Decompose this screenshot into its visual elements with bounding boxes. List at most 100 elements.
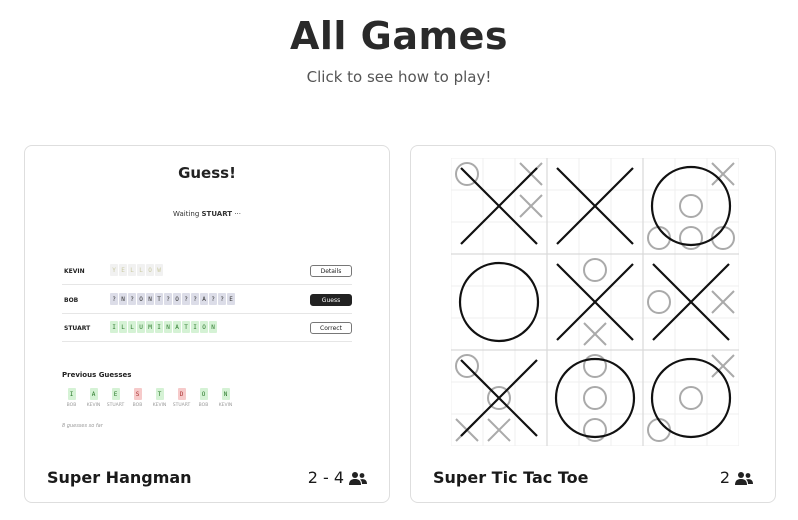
previous-guess: N KEVIN — [216, 388, 235, 408]
letter-tile: W — [155, 264, 163, 276]
player-name: BOB — [64, 297, 79, 304]
letter-tile: M — [146, 321, 154, 333]
guess-player: BOB — [132, 403, 143, 408]
word-tiles: ILLUMINATION — [110, 321, 217, 333]
guess-letter: I — [67, 388, 76, 400]
waiting-status: Waiting STUART ··· — [25, 210, 389, 218]
letter-tile: I — [110, 321, 118, 333]
page-subtitle: Click to see how to play! — [306, 68, 492, 86]
guess-letter: N — [221, 388, 230, 400]
letter-tile: E — [227, 293, 235, 305]
letter-tile: ? — [218, 293, 226, 305]
letter-tile: ? — [164, 293, 172, 305]
player-row: KEVIN Y E L L O W Details — [62, 262, 352, 285]
guess-player: STUART — [172, 403, 191, 408]
guess-player: BOB — [66, 403, 77, 408]
page-title: All Games — [289, 14, 508, 58]
guess-letter: S — [133, 388, 142, 400]
letter-tile: L — [119, 321, 127, 333]
waiting-dots: ··· — [234, 210, 241, 218]
big-o-mark — [650, 165, 732, 247]
details-button: Details — [310, 265, 352, 277]
big-o-mark — [458, 261, 540, 343]
player-count-label: 2 — [719, 468, 730, 487]
player-name: KEVIN — [64, 268, 85, 275]
small-o-mark — [647, 418, 671, 442]
people-icon — [735, 471, 753, 485]
letter-tile: E — [119, 264, 127, 276]
game-card-super-hangman[interactable]: Guess! Waiting STUART ··· KEVIN Y E L L O W Det… — [24, 145, 390, 503]
card-footer: Super Tic Tac Toe 2 — [411, 456, 775, 502]
player-count: 2 — [720, 468, 753, 487]
guess-player: KEVIN — [218, 403, 233, 408]
previous-guess: S BOB — [128, 388, 147, 408]
player-row: BOB? N? O N T? O?? A?? E Guess — [62, 291, 352, 314]
guess-letter: E — [111, 388, 120, 400]
guess-player: KEVIN — [86, 403, 101, 408]
letter-tile: Y — [110, 264, 118, 276]
guess-player: BOB — [198, 403, 209, 408]
big-o-mark — [650, 357, 732, 439]
letter-tile: N — [164, 321, 172, 333]
letter-tile: U — [137, 321, 145, 333]
letter-tile: ? — [209, 293, 217, 305]
letter-tile: L — [128, 264, 136, 276]
letter-tile: I — [191, 321, 199, 333]
previous-guess: O BOB — [194, 388, 213, 408]
player-count: 2 - 4 — [308, 468, 367, 487]
game-name: Super Tic Tac Toe — [433, 468, 589, 487]
letter-tile: ? — [128, 293, 136, 305]
previous-guesses: I BOB A KEVIN E STUART S BOB T KEVIN D STUART O BOB N K… — [62, 388, 235, 408]
correct-button: Correct — [310, 322, 352, 334]
letter-tile: ? — [110, 293, 118, 305]
letter-tile: L — [137, 264, 145, 276]
guess-player: STUART — [106, 403, 125, 408]
word-tiles: ? N? O N T? O?? A?? E — [110, 293, 235, 305]
letter-tile: ? — [182, 293, 190, 305]
small-o-mark — [647, 290, 671, 314]
waiting-player: STUART — [201, 210, 233, 218]
guess-letter: T — [155, 388, 164, 400]
game-card-super-tic-tac-toe[interactable]: Super Tic Tac Toe 2 — [410, 145, 776, 503]
player-count-label: 2 - 4 — [307, 468, 344, 487]
small-o-mark — [679, 194, 703, 218]
letter-tile: A — [200, 293, 208, 305]
previous-guess: T KEVIN — [150, 388, 169, 408]
letter-tile: I — [155, 321, 163, 333]
letter-tile: N — [146, 293, 154, 305]
letter-tile: O — [173, 293, 181, 305]
letter-tile: O — [200, 321, 208, 333]
tic-tac-toe-preview — [451, 158, 739, 446]
small-o-mark — [583, 258, 607, 282]
previous-guess: A KEVIN — [84, 388, 103, 408]
previous-guess: D STUART — [172, 388, 191, 408]
previous-guesses-title: Previous Guesses — [62, 371, 132, 379]
letter-tile: O — [137, 293, 145, 305]
game-name: Super Hangman — [47, 468, 192, 487]
player-row: STUART I L L U M I N A T I O N Correct — [62, 319, 352, 342]
small-o-mark — [679, 386, 703, 410]
waiting-label: Waiting — [173, 210, 200, 218]
previous-guess: E STUART — [106, 388, 125, 408]
preview-title: Guess! — [178, 164, 236, 182]
letter-tile: T — [182, 321, 190, 333]
letter-tile: O — [146, 264, 154, 276]
guess-letter: D — [177, 388, 186, 400]
previous-guess: I BOB — [62, 388, 81, 408]
small-o-mark — [583, 386, 607, 410]
guess-button: Guess — [310, 294, 352, 306]
guess-letter: A — [89, 388, 98, 400]
word-tiles: YELLOW — [110, 264, 163, 276]
letter-tile: L — [128, 321, 136, 333]
letter-tile: ? — [191, 293, 199, 305]
letter-tile: N — [119, 293, 127, 305]
letter-tile: T — [155, 293, 163, 305]
card-footer: Super Hangman 2 - 4 — [25, 456, 389, 502]
guess-player: KEVIN — [152, 403, 167, 408]
big-o-mark — [554, 357, 636, 439]
small-o-mark — [711, 226, 735, 250]
player-name: STUART — [64, 325, 91, 332]
letter-tile: A — [173, 321, 181, 333]
guess-count-note: 8 guesses so far — [62, 423, 103, 429]
small-o-mark — [647, 226, 671, 250]
